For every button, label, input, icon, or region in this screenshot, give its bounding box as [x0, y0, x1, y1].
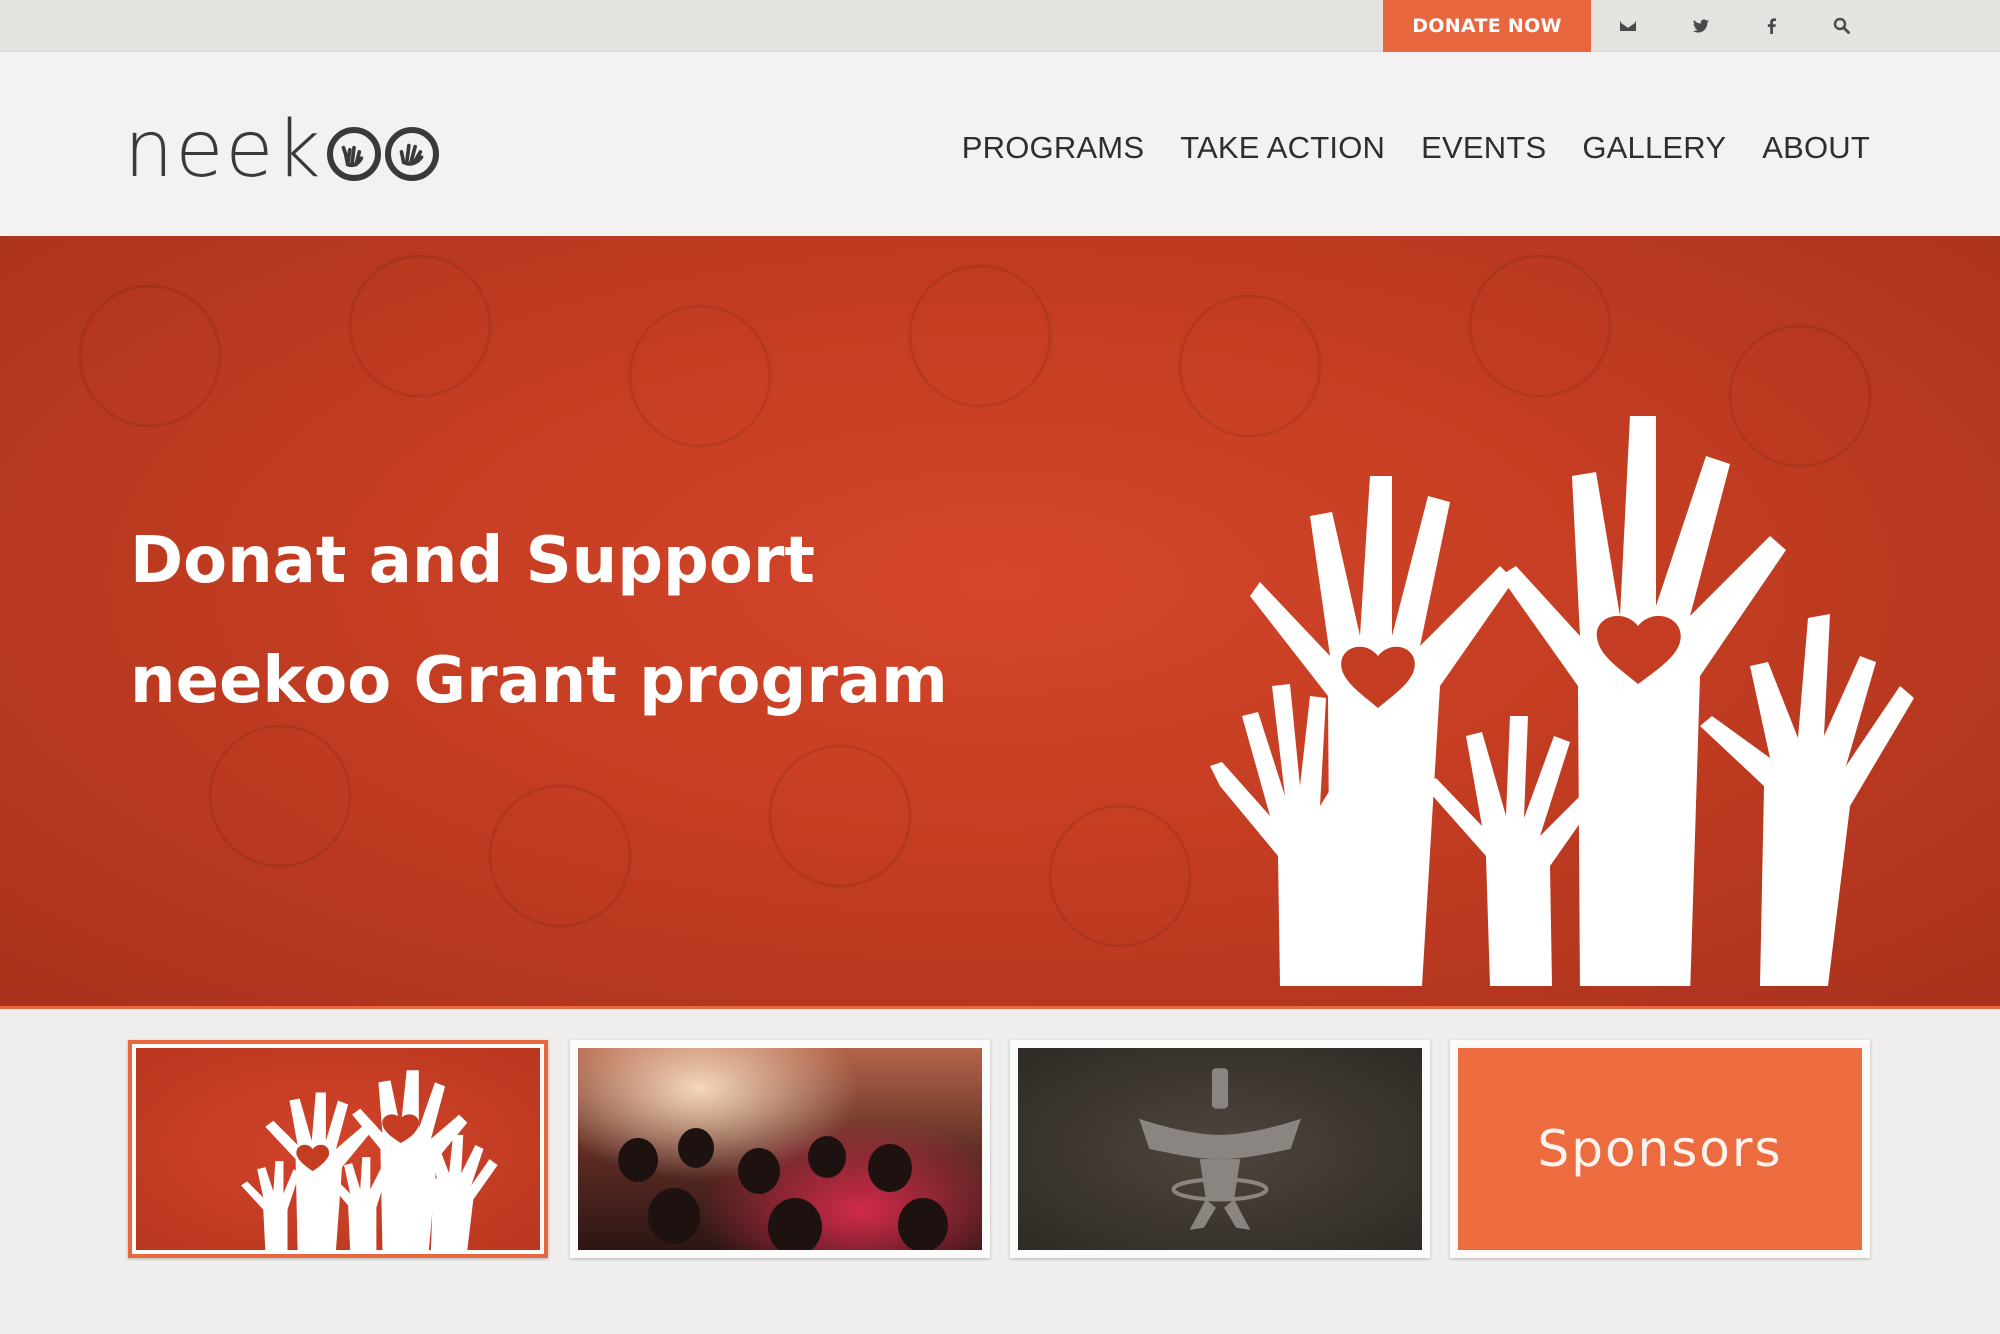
utility-bar: DONATE NOW	[0, 0, 2000, 52]
twitter-icon[interactable]	[1689, 14, 1713, 38]
search-icon[interactable]	[1830, 14, 1854, 38]
sponsors-thumbnail[interactable]: Sponsors	[1450, 1040, 1870, 1258]
nav-about[interactable]: ABOUT	[1762, 130, 1870, 166]
hero-title-line1: Donat and Support	[130, 524, 815, 598]
hero-divider	[0, 1006, 2000, 1009]
nav-programs[interactable]: PROGRAMS	[962, 130, 1144, 166]
nav-events[interactable]: EVENTS	[1421, 130, 1546, 166]
nav-take-action[interactable]: TAKE ACTION	[1180, 130, 1385, 166]
facebook-icon[interactable]	[1760, 14, 1784, 38]
nav-gallery[interactable]: GALLERY	[1582, 130, 1726, 166]
raised-hands-thumbnail-art	[241, 1070, 498, 1250]
event-crowd-photo	[578, 1048, 982, 1250]
event-crowd-thumbnail[interactable]	[570, 1040, 990, 1258]
hero-title: Donat and Support neekoo Grant program	[130, 501, 948, 741]
hero-title-line2: neekoo Grant program	[130, 644, 948, 718]
raised-hands-illustration	[1210, 416, 1914, 986]
site-header: neek PROGRAMS TAKE ACTION EVENTS GALLERY…	[0, 52, 2000, 236]
hands-thumbnail[interactable]	[128, 1040, 548, 1258]
mail-icon[interactable]	[1616, 14, 1640, 38]
logo-hand-o-icon-2	[384, 127, 439, 181]
logo-text: neek	[124, 105, 323, 195]
main-nav: PROGRAMS TAKE ACTION EVENTS GALLERY ABOU…	[962, 130, 1870, 166]
hero-banner[interactable]: Donat and Support neekoo Grant program	[0, 236, 2000, 1006]
sponsors-label: Sponsors	[1537, 1120, 1783, 1178]
neekoo-logo[interactable]: neek	[124, 110, 439, 190]
faravahar-icon	[1139, 1068, 1301, 1230]
donate-now-button[interactable]: DONATE NOW	[1383, 0, 1591, 52]
faravahar-thumbnail[interactable]	[1010, 1040, 1430, 1258]
logo-hand-o-icon	[326, 127, 381, 181]
